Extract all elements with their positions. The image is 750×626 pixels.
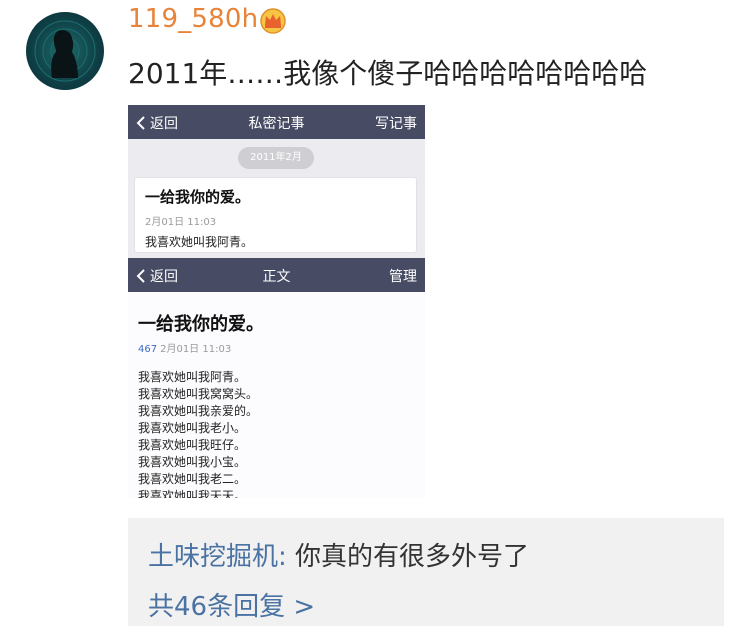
comment-preview[interactable]: 土味挖掘机: 你真的有很多外号了 共46条回复 > bbox=[128, 518, 724, 626]
note-detail: 一给我你的爱。 467 2月01日 11:03 我喜欢她叫我阿青。 我喜欢她叫我窝… bbox=[128, 292, 425, 498]
detail-line: 我喜欢她叫我老二。 bbox=[138, 472, 247, 486]
word-count: 467 bbox=[138, 344, 158, 355]
avatar[interactable] bbox=[26, 12, 104, 90]
detail-time: 2月01日 11:03 bbox=[160, 344, 232, 355]
detail-meta: 467 2月01日 11:03 bbox=[138, 340, 415, 355]
compose-button: 写记事 bbox=[375, 116, 417, 132]
crown-badge-icon[interactable] bbox=[259, 8, 287, 34]
navbar-title: 正文 bbox=[262, 269, 291, 285]
comment-line: 土味挖掘机: 你真的有很多外号了 bbox=[148, 536, 529, 573]
note-snippet: 我喜欢她叫我阿青。 bbox=[145, 235, 254, 249]
comment-text: 你真的有很多外号了 bbox=[286, 542, 530, 572]
detail-line: 我喜欢她叫我旺仔。 bbox=[138, 438, 247, 452]
date-pill: 2011年2月 bbox=[238, 147, 314, 169]
detail-line: 我喜欢她叫我小宝。 bbox=[138, 455, 247, 469]
detail-navbar: 返回 正文 管理 bbox=[128, 258, 425, 292]
note-title: 一给我你的爱。 bbox=[145, 188, 251, 206]
post-text: 2011年……我像个傻子哈哈哈哈哈哈哈哈 bbox=[128, 57, 648, 90]
post-image[interactable]: 返回 私密记事 写记事 2011年2月 一给我你的爱。 2月01日 11:03 … bbox=[128, 105, 425, 498]
note-card: 一给我你的爱。 2月01日 11:03 我喜欢她叫我阿青。 bbox=[134, 177, 417, 253]
comment-colon: : bbox=[278, 542, 287, 572]
detail-title: 一给我你的爱。 bbox=[138, 314, 264, 335]
username-link[interactable]: 119_580h bbox=[128, 4, 258, 34]
detail-line: 我喜欢她叫我天天。 bbox=[138, 489, 247, 498]
note-list: 2011年2月 一给我你的爱。 2月01日 11:03 我喜欢她叫我阿青。 bbox=[128, 139, 425, 258]
list-navbar: 返回 私密记事 写记事 bbox=[128, 105, 425, 139]
detail-line: 我喜欢她叫我亲爱的。 bbox=[138, 404, 259, 418]
commenter-name[interactable]: 土味挖掘机 bbox=[148, 542, 278, 572]
silhouette-avatar-icon bbox=[34, 20, 96, 82]
detail-lines: 我喜欢她叫我阿青。 我喜欢她叫我窝窝头。 我喜欢她叫我亲爱的。 我喜欢她叫我老小… bbox=[138, 369, 415, 498]
view-replies-link[interactable]: 共46条回复 > bbox=[148, 586, 315, 623]
note-time: 2月01日 11:03 bbox=[145, 217, 217, 228]
detail-line: 我喜欢她叫我老小。 bbox=[138, 421, 247, 435]
manage-button: 管理 bbox=[389, 269, 417, 285]
detail-line: 我喜欢她叫我窝窝头。 bbox=[138, 387, 259, 401]
detail-line: 我喜欢她叫我阿青。 bbox=[138, 370, 247, 384]
